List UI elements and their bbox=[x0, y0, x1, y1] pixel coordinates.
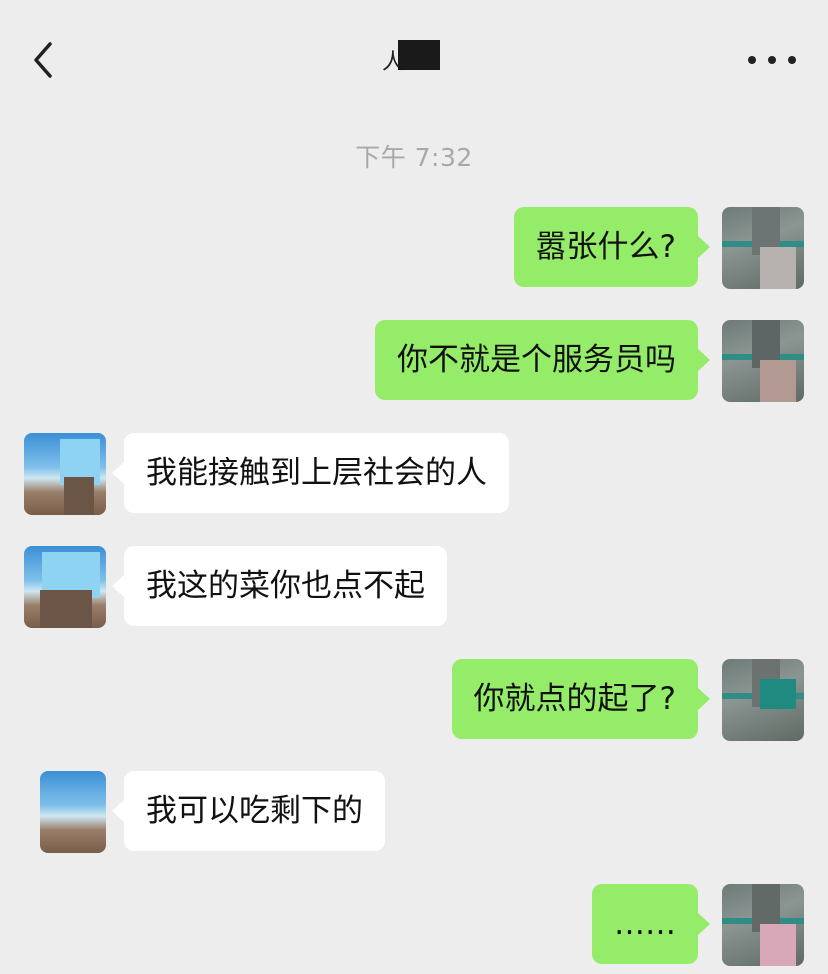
message-row: 我可以吃剩下的 bbox=[0, 771, 828, 853]
message-bubble-outgoing[interactable]: 你不就是个服务员吗 bbox=[375, 320, 710, 400]
message-bubble-incoming[interactable]: 我这的菜你也点不起 bbox=[112, 546, 447, 626]
chevron-left-icon bbox=[34, 42, 52, 78]
avatar-contact[interactable] bbox=[40, 771, 106, 853]
message-row: 我这的菜你也点不起 bbox=[0, 546, 828, 628]
avatar-me[interactable] bbox=[722, 659, 804, 741]
title-redaction bbox=[398, 40, 440, 70]
message-bubble-outgoing[interactable]: 你就点的起了? bbox=[451, 659, 711, 739]
message-row: 嚣张什么? bbox=[0, 207, 828, 289]
message-row: 我能接触到上层社会的人 bbox=[0, 433, 828, 515]
message-bubble-incoming[interactable]: 我可以吃剩下的 bbox=[112, 771, 385, 851]
avatar-contact[interactable] bbox=[24, 546, 106, 628]
chat-header: 人 bbox=[0, 0, 828, 104]
more-dot bbox=[748, 56, 756, 64]
avatar-contact[interactable] bbox=[24, 433, 106, 515]
more-button[interactable] bbox=[748, 44, 796, 76]
message-row: 你不就是个服务员吗 bbox=[0, 320, 828, 402]
message-bubble-outgoing[interactable]: …… bbox=[592, 884, 710, 964]
more-dot bbox=[768, 56, 776, 64]
timestamp: 下午 7:32 bbox=[355, 143, 473, 172]
message-row: …… bbox=[0, 884, 828, 966]
avatar-me[interactable] bbox=[722, 207, 804, 289]
more-dot bbox=[788, 56, 796, 64]
message-bubble-incoming[interactable]: 我能接触到上层社会的人 bbox=[112, 433, 509, 513]
back-button[interactable] bbox=[28, 40, 60, 80]
message-row: 你就点的起了? bbox=[0, 659, 828, 741]
avatar-me[interactable] bbox=[722, 884, 804, 966]
chat-title: 人 bbox=[360, 36, 470, 80]
avatar-me[interactable] bbox=[722, 320, 804, 402]
message-bubble-outgoing[interactable]: 嚣张什么? bbox=[513, 207, 711, 287]
